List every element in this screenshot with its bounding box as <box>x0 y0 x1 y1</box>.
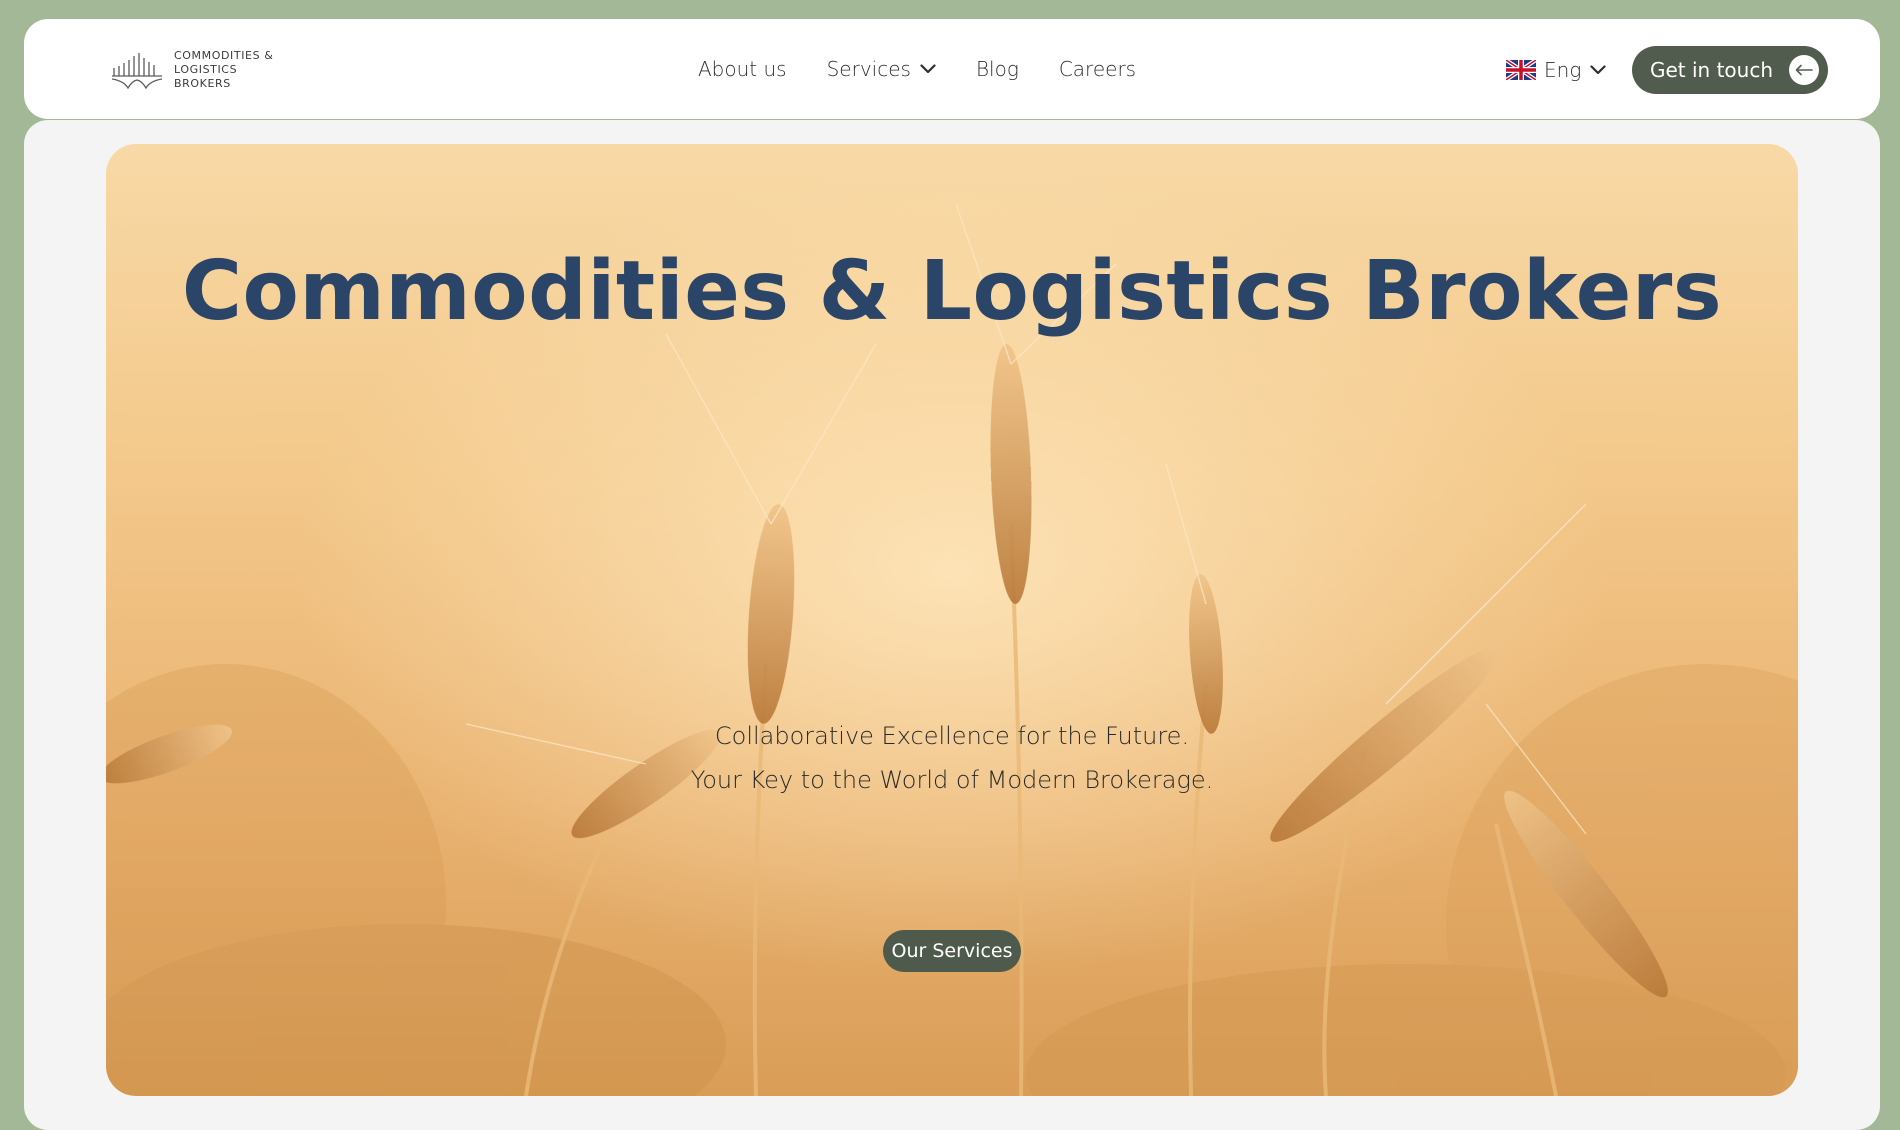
main-content: Commodities & Logistics Brokers Collabor… <box>24 120 1880 1130</box>
nav-label: About us <box>698 57 787 81</box>
our-services-button[interactable]: Our Services <box>883 930 1021 972</box>
nav-label: Services <box>826 57 911 81</box>
nav-careers[interactable]: Careers <box>1059 57 1136 81</box>
language-label: Eng <box>1544 58 1582 82</box>
get-in-touch-button[interactable]: Get in touch <box>1632 46 1828 94</box>
uk-flag-icon <box>1506 60 1536 80</box>
hero-section: Commodities & Logistics Brokers Collabor… <box>106 144 1798 1096</box>
site-header: Commodities & Logistics Brokers About us… <box>24 19 1880 119</box>
logo-line: Brokers <box>174 77 231 90</box>
nav-services[interactable]: Services <box>827 57 936 81</box>
main-nav: About us Services Blog Careers <box>698 57 1176 81</box>
chevron-down-icon <box>920 64 936 74</box>
cta-label: Get in touch <box>1650 58 1774 82</box>
nav-label: Blog <box>975 57 1019 81</box>
hero-tagline: Your Key to the World of Modern Brokerag… <box>690 766 1214 794</box>
logo-text: Commodities & Logistics Brokers <box>174 49 273 91</box>
arrow-left-icon <box>1789 55 1819 85</box>
logo-line: Logistics <box>174 63 238 76</box>
logo-icon <box>111 53 163 90</box>
nav-about-us[interactable]: About us <box>698 57 787 81</box>
nav-label: Careers <box>1058 57 1137 81</box>
chevron-down-icon <box>1590 65 1606 75</box>
hero-title: Commodities & Logistics Brokers <box>181 244 1723 339</box>
hero-tagline: Collaborative Excellence for the Future. <box>714 722 1190 750</box>
nav-blog[interactable]: Blog <box>976 57 1019 81</box>
logo[interactable]: Commodities & Logistics Brokers <box>110 49 273 91</box>
logo-line: Commodities & <box>174 49 274 62</box>
language-selector[interactable]: Eng <box>1506 58 1606 82</box>
